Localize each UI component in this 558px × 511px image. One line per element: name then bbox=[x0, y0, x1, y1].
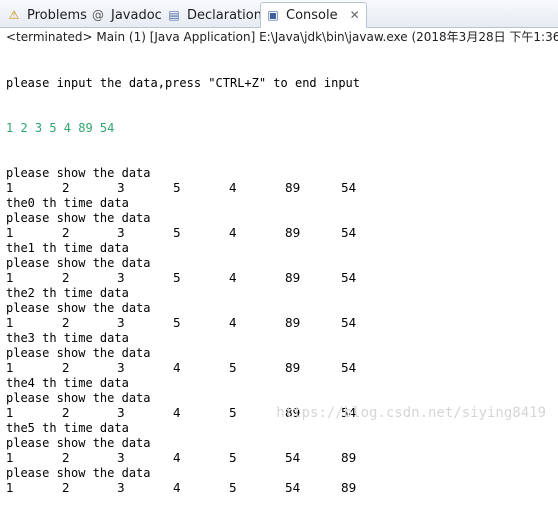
declaration-icon: ▤ bbox=[168, 8, 180, 22]
tab-problems[interactable]: ⚠ Problems bbox=[6, 2, 87, 28]
data-value: 2 bbox=[62, 361, 70, 375]
data-value: 89 bbox=[285, 271, 301, 285]
data-row: 1 2 3 5 4 89 54 bbox=[6, 316, 556, 331]
console-text-line: please show the data bbox=[6, 256, 151, 270]
data-value: 5 bbox=[173, 271, 181, 285]
console-text-line: the1 th time data bbox=[6, 241, 129, 255]
watermark: https://blog.csdn.net/siying8419 bbox=[276, 405, 546, 421]
data-value: 54 bbox=[285, 481, 301, 495]
console-output[interactable]: please input the data,press "CTRL+Z" to … bbox=[6, 46, 556, 511]
data-value: 4 bbox=[229, 271, 237, 285]
data-value: 5 bbox=[229, 481, 237, 495]
data-row: 1 2 3 5 4 89 54 bbox=[6, 181, 556, 196]
data-value: 4 bbox=[173, 406, 181, 420]
data-value: 1 bbox=[6, 181, 14, 195]
data-value: 3 bbox=[117, 181, 125, 195]
tab-label: Declaration bbox=[187, 7, 262, 23]
data-value: 1 bbox=[6, 316, 14, 330]
data-value: 54 bbox=[341, 316, 357, 330]
data-value: 2 bbox=[62, 451, 70, 465]
data-value: 89 bbox=[285, 316, 301, 330]
data-value: 89 bbox=[341, 451, 357, 465]
data-value: 1 bbox=[6, 361, 14, 375]
console-text-line: please show the data bbox=[6, 436, 151, 450]
data-value: 54 bbox=[341, 271, 357, 285]
console-text-line: please show the data bbox=[6, 391, 151, 405]
data-row: 1 2 3 4 5 89 54 bbox=[6, 361, 556, 376]
tab-declaration[interactable]: ▤ Declaration bbox=[166, 2, 262, 28]
data-value: 89 bbox=[285, 226, 301, 240]
data-value: 3 bbox=[117, 316, 125, 330]
data-value: 2 bbox=[62, 406, 70, 420]
console-text-line: please show the data bbox=[6, 301, 151, 315]
data-value: 2 bbox=[62, 226, 70, 240]
console-text-line: please show the data bbox=[6, 211, 151, 225]
prompt-line: please input the data,press "CTRL+Z" to … bbox=[6, 76, 361, 90]
data-row: 1 2 3 4 5 54 89 bbox=[6, 451, 556, 466]
tab-label: Javadoc bbox=[111, 7, 162, 23]
data-value: 1 bbox=[6, 481, 14, 495]
data-value: 5 bbox=[173, 316, 181, 330]
data-value: 2 bbox=[62, 181, 70, 195]
data-value: 54 bbox=[341, 226, 357, 240]
data-value: 3 bbox=[117, 451, 125, 465]
data-value: 3 bbox=[117, 226, 125, 240]
data-value: 54 bbox=[341, 181, 357, 195]
tab-javadoc[interactable]: @ Javadoc bbox=[90, 2, 162, 28]
data-value: 89 bbox=[285, 181, 301, 195]
problems-icon: ⚠ bbox=[8, 8, 20, 22]
data-value: 2 bbox=[62, 271, 70, 285]
data-row: 1 2 3 5 4 89 54 bbox=[6, 226, 556, 241]
data-value: 4 bbox=[229, 316, 237, 330]
data-value: 2 bbox=[62, 316, 70, 330]
scrollbar[interactable] bbox=[550, 46, 558, 435]
data-value: 3 bbox=[117, 481, 125, 495]
console-text-line: please show the data bbox=[6, 466, 151, 480]
console-text-line: please show the data bbox=[6, 346, 151, 360]
data-value: 3 bbox=[117, 271, 125, 285]
console-text-line: the4 th time data bbox=[6, 376, 129, 390]
data-value: 3 bbox=[117, 406, 125, 420]
tab-label: Problems bbox=[27, 7, 87, 23]
data-value: 1 bbox=[6, 406, 14, 420]
data-value: 54 bbox=[341, 361, 357, 375]
data-value: 89 bbox=[341, 481, 357, 495]
data-value: 3 bbox=[117, 361, 125, 375]
data-value: 1 bbox=[6, 271, 14, 285]
tab-label: Console bbox=[286, 7, 338, 23]
data-value: 2 bbox=[62, 481, 70, 495]
data-value: 5 bbox=[173, 226, 181, 240]
data-row: 1 2 3 5 4 89 54 bbox=[6, 271, 556, 286]
data-value: 5 bbox=[229, 406, 237, 420]
output-blocks: please show the data 1 2 3 5 4 89 54 the0 th tim… bbox=[6, 166, 556, 496]
console-status-line: <terminated> Main (1) [Java Application]… bbox=[6, 30, 558, 44]
console-text-line: the2 th time data bbox=[6, 286, 129, 300]
data-value: 89 bbox=[285, 361, 301, 375]
data-value: 4 bbox=[173, 451, 181, 465]
data-value: 54 bbox=[285, 451, 301, 465]
data-value: 5 bbox=[229, 361, 237, 375]
data-value: 4 bbox=[173, 361, 181, 375]
at-icon: @ bbox=[92, 8, 104, 22]
console-text-line: please show the data bbox=[6, 166, 151, 180]
console-icon: ▣ bbox=[267, 8, 279, 22]
data-row: 1 2 3 4 5 54 89 bbox=[6, 481, 556, 496]
user-input-line: 1 2 3 5 4 89 54 bbox=[6, 121, 115, 135]
tab-console[interactable]: ▣ Console ✕ bbox=[260, 2, 367, 28]
data-value: 1 bbox=[6, 226, 14, 240]
console-text-line: the5 th time data bbox=[6, 421, 129, 435]
console-text-line: the0 th time data bbox=[6, 196, 129, 210]
data-value: 4 bbox=[229, 181, 237, 195]
data-value: 4 bbox=[229, 226, 237, 240]
data-value: 5 bbox=[229, 451, 237, 465]
data-value: 5 bbox=[173, 181, 181, 195]
data-value: 1 bbox=[6, 451, 14, 465]
close-icon[interactable]: ✕ bbox=[350, 8, 360, 22]
data-value: 4 bbox=[173, 481, 181, 495]
console-text-line: the3 th time data bbox=[6, 331, 129, 345]
view-tab-bar: ⚠ Problems @ Javadoc ▤ Declaration ▣ Con… bbox=[0, 0, 558, 28]
